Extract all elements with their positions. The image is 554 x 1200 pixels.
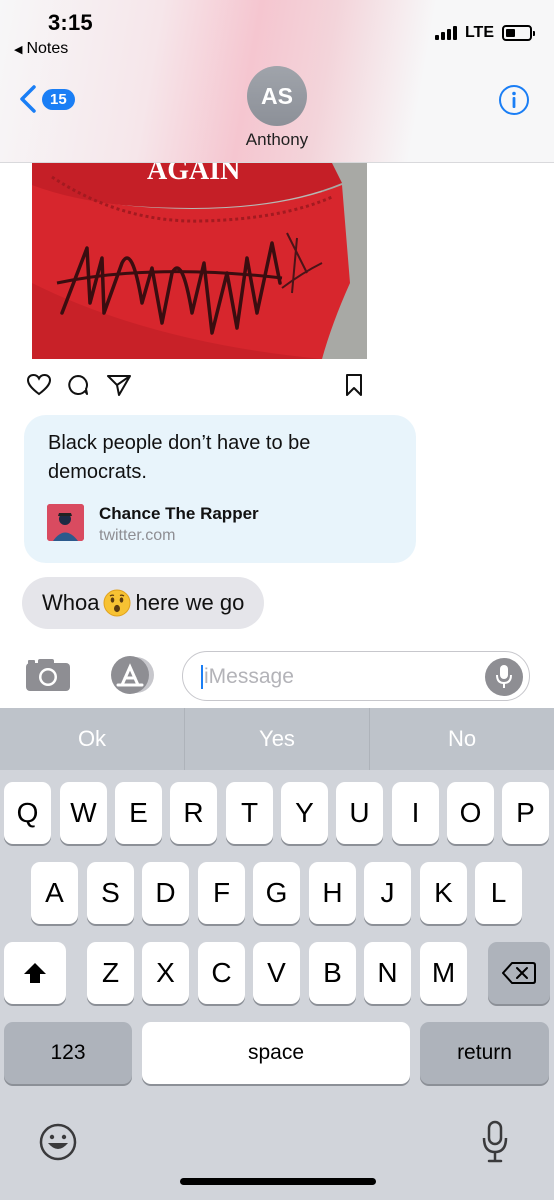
unread-count-badge: 15 (42, 88, 75, 110)
key-i[interactable]: I (392, 782, 439, 844)
numbers-key[interactable]: 123 (4, 1022, 132, 1084)
key-q[interactable]: Q (4, 782, 51, 844)
key-k[interactable]: K (420, 862, 467, 924)
prediction-2[interactable]: Yes (185, 708, 370, 770)
hat-photo[interactable]: AGAIN (32, 163, 367, 359)
app-store-icon[interactable] (104, 655, 158, 695)
predictive-bar: Ok Yes No (0, 708, 554, 770)
key-s[interactable]: S (87, 862, 134, 924)
message-text-end: here we go (135, 590, 245, 615)
key-g[interactable]: G (253, 862, 300, 924)
shift-key[interactable] (4, 942, 66, 1004)
keyboard: Ok Yes No Q W E R T Y U I O P A S D F G … (0, 708, 554, 1200)
delete-key[interactable] (488, 942, 550, 1004)
key-v[interactable]: V (253, 942, 300, 1004)
prediction-3[interactable]: No (370, 708, 554, 770)
battery-icon (502, 25, 535, 41)
return-key[interactable]: return (420, 1022, 549, 1084)
message-placeholder: iMessage (204, 665, 294, 688)
key-w[interactable]: W (60, 782, 107, 844)
contact-avatar[interactable]: AS (247, 66, 307, 126)
link-preview-bubble[interactable]: Black people don’t have to be democrats.… (24, 415, 416, 563)
back-triangle-icon: ◀ (14, 43, 23, 56)
keyboard-utility-row (0, 1108, 554, 1188)
contact-name[interactable]: Anthony (0, 130, 554, 150)
key-j[interactable]: J (364, 862, 411, 924)
key-p[interactable]: P (502, 782, 549, 844)
voice-message-button[interactable] (485, 658, 523, 696)
incoming-message-bubble[interactable]: Whoa here we go (22, 577, 265, 629)
message-thread[interactable]: AGAIN Black people don’t have to be demo… (0, 163, 554, 643)
key-u[interactable]: U (336, 782, 383, 844)
key-y[interactable]: Y (281, 782, 328, 844)
message-input[interactable]: iMessage (182, 651, 530, 701)
key-l[interactable]: L (475, 862, 522, 924)
space-key[interactable]: space (142, 1022, 410, 1084)
hushed-face-emoji-icon (103, 589, 131, 617)
signal-strength-icon (434, 26, 457, 40)
compose-bar: iMessage (0, 643, 554, 708)
post-actions (26, 373, 371, 397)
key-b[interactable]: B (309, 942, 356, 1004)
key-n[interactable]: N (364, 942, 411, 1004)
key-z[interactable]: Z (87, 942, 134, 1004)
link-preview-title: Chance The Rapper (99, 504, 259, 523)
prediction-1[interactable]: Ok (0, 708, 185, 770)
bookmark-icon[interactable] (344, 373, 364, 397)
dictation-microphone-icon[interactable] (481, 1120, 509, 1164)
link-preview-text: Black people don’t have to be democrats. (48, 432, 311, 483)
key-f[interactable]: F (198, 862, 245, 924)
conversation-header: 3:15 ◀ Notes LTE 15 AS Anthony (0, 0, 554, 163)
hat-lettering: AGAIN (147, 163, 240, 186)
share-icon[interactable] (106, 373, 132, 397)
backspace-icon (502, 962, 536, 984)
heart-icon[interactable] (26, 373, 52, 397)
key-h[interactable]: H (309, 862, 356, 924)
back-app-label: Notes (26, 40, 69, 57)
info-icon[interactable] (498, 84, 530, 116)
status-indicators: LTE (434, 24, 535, 42)
key-r[interactable]: R (170, 782, 217, 844)
microphone-icon (496, 665, 512, 688)
status-time: 3:15 (48, 10, 93, 35)
chevron-left-icon (20, 85, 36, 113)
home-indicator[interactable] (180, 1178, 376, 1185)
camera-icon[interactable] (24, 657, 72, 693)
message-text-start: Whoa (42, 590, 100, 615)
link-preview-domain: twitter.com (99, 527, 176, 544)
link-thumbnail (47, 504, 84, 541)
key-c[interactable]: C (198, 942, 245, 1004)
key-m[interactable]: M (420, 942, 467, 1004)
key-d[interactable]: D (142, 862, 189, 924)
comment-icon[interactable] (66, 373, 90, 397)
back-button[interactable]: 15 (18, 84, 75, 114)
key-o[interactable]: O (447, 782, 494, 844)
network-label: LTE (464, 24, 494, 41)
text-caret (201, 665, 203, 689)
key-x[interactable]: X (142, 942, 189, 1004)
key-e[interactable]: E (115, 782, 162, 844)
shift-arrow-icon (24, 963, 46, 983)
key-t[interactable]: T (226, 782, 273, 844)
key-a[interactable]: A (31, 862, 78, 924)
avatar-initials: AS (261, 82, 293, 109)
emoji-keyboard-icon[interactable] (38, 1122, 78, 1162)
back-to-app-link[interactable]: ◀ Notes (14, 40, 68, 58)
